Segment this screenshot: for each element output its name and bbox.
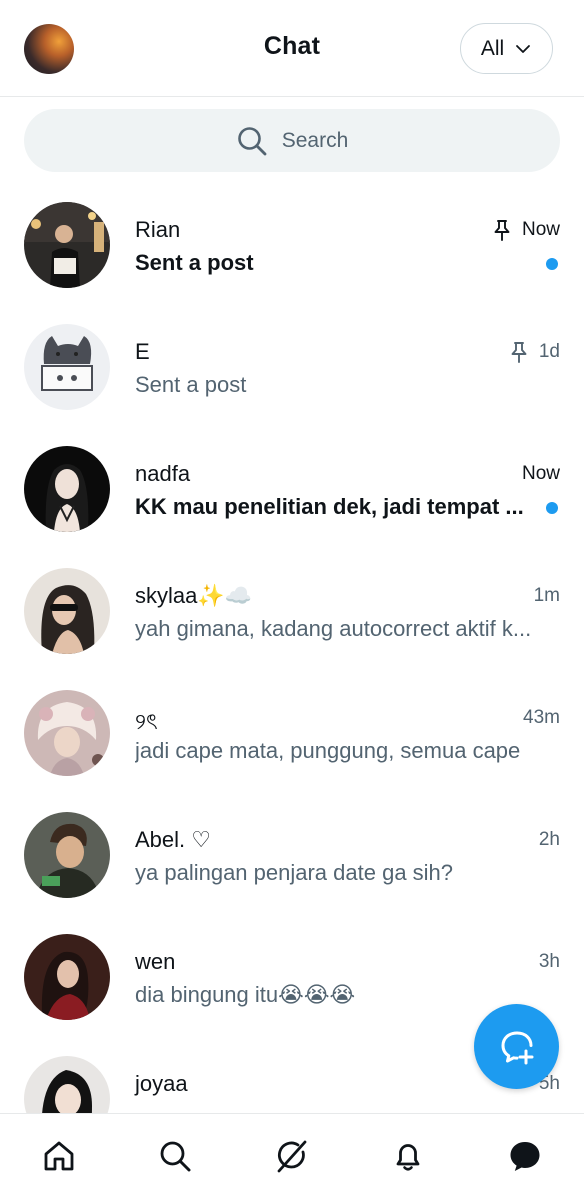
chevron-down-icon (516, 44, 531, 53)
nav-home[interactable] (41, 1138, 77, 1174)
avatar (24, 446, 110, 532)
conversation-time: Now (521, 463, 560, 484)
conversation-meta: 1m (534, 585, 560, 607)
conversation-time: 43m (523, 707, 560, 728)
conversation-time: 1d (538, 341, 560, 362)
conversation-preview: Sent a post (135, 250, 254, 275)
pin-icon (511, 342, 527, 363)
conversation-preview: ya palingan penjara date ga sih? (135, 860, 454, 885)
bottom-navigation (0, 1113, 584, 1199)
search-icon (160, 1141, 191, 1172)
conversation-name: nadfa (135, 461, 191, 486)
pin-icon (494, 220, 510, 241)
nav-explore[interactable] (157, 1138, 193, 1174)
conversation-row[interactable]: E 1d Sent a post (0, 306, 584, 428)
filter-label: All (480, 36, 505, 60)
conversation-row[interactable]: skylaa✨☁️ 1m yah gimana, kadang autocorr… (0, 550, 584, 672)
unread-indicator (546, 502, 558, 514)
conversation-time: Now (521, 219, 560, 240)
conversation-meta: 1d (509, 341, 560, 363)
search-input[interactable]: Search (24, 109, 560, 172)
conversation-row[interactable]: nadfa Now KK mau penelitian dek, jadi te… (0, 428, 584, 550)
conversation-preview: KK mau penelitian dek, jadi tempat ... (135, 494, 524, 519)
conversation-name: Abel. ♡ (135, 827, 211, 852)
conversation-row[interactable]: Abel. ♡ 2h ya palingan penjara date ga s… (0, 794, 584, 916)
notifications-icon (396, 1144, 420, 1171)
conversation-time: 2h (538, 829, 560, 850)
conversation-meta: 3h (539, 951, 560, 973)
new-message-button[interactable] (474, 1004, 559, 1089)
nav-notifications[interactable] (390, 1138, 426, 1174)
conversation-name: ୨ৎ (135, 709, 158, 734)
conversation-name: Rian (135, 217, 181, 242)
grok-icon (277, 1140, 307, 1173)
avatar (24, 690, 110, 776)
conversation-name: joyaa (135, 1071, 188, 1096)
messages-icon (510, 1142, 540, 1171)
nav-grok[interactable] (274, 1138, 310, 1174)
search-placeholder: Search (281, 128, 349, 152)
conversation-preview: dia bingung itu😭😭😭 (135, 982, 356, 1007)
search-icon (237, 126, 267, 155)
home-icon (44, 1141, 74, 1171)
conversation-preview: yah gimana, kadang autocorrect aktif k..… (135, 616, 532, 641)
avatar (24, 812, 110, 898)
conversation-preview: jadi cape mata, punggung, semua cape (135, 738, 521, 763)
conversation-time: 3h (538, 951, 560, 972)
unread-indicator (546, 258, 558, 270)
top-bar: Chat All (0, 0, 584, 97)
conversation-preview: Sent a post (135, 372, 247, 397)
conversation-meta: 2h (539, 829, 560, 851)
avatar (24, 202, 110, 288)
new-message-icon (501, 1031, 533, 1064)
conversation-meta: Now (492, 219, 560, 241)
conversation-meta: Now (522, 463, 560, 485)
avatar (24, 324, 110, 410)
conversation-row[interactable]: ୨ৎ 43m jadi cape mata, punggung, semua c… (0, 672, 584, 794)
conversation-name: wen (135, 949, 176, 974)
conversation-meta: 43m (523, 707, 560, 729)
conversation-row[interactable]: Rian Now Sent a post (0, 184, 584, 306)
filter-dropdown[interactable]: All (460, 23, 553, 74)
avatar (24, 568, 110, 654)
conversation-time: 1m (533, 585, 560, 606)
conversation-name: E (135, 339, 150, 364)
nav-messages[interactable] (507, 1138, 543, 1174)
conversation-name: skylaa✨☁️ (135, 583, 253, 608)
avatar (24, 934, 110, 1020)
